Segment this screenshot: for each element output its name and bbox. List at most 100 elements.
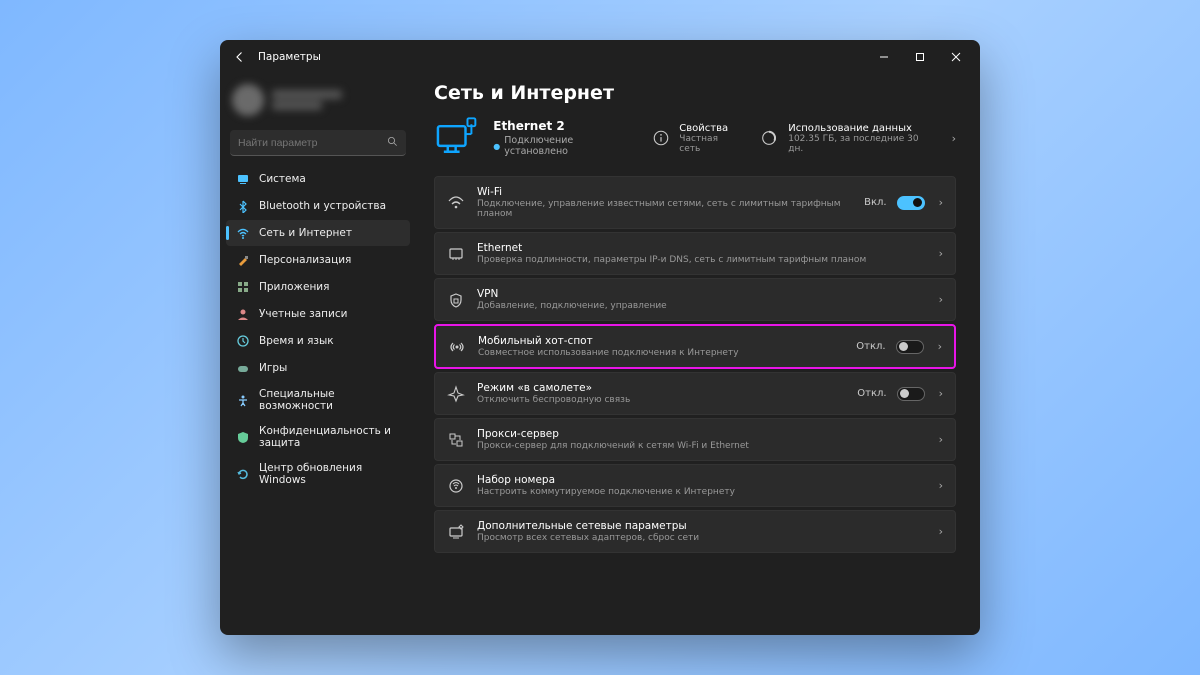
properties-sub: Частная сеть <box>679 134 740 154</box>
chevron-right-icon: › <box>939 525 943 538</box>
account-icon <box>236 307 250 321</box>
proxy-icon <box>447 431 465 449</box>
sidebar-item-label: Персонализация <box>259 254 351 266</box>
card-title: Прокси-сервер <box>477 428 923 440</box>
card-advanced[interactable]: Дополнительные сетевые параметрыПросмотр… <box>434 510 956 553</box>
card-subtitle: Отключить беспроводную связь <box>477 395 845 405</box>
sidebar-item-label: Сеть и Интернет <box>259 227 352 239</box>
bluetooth-icon <box>236 199 250 213</box>
card-title: Ethernet <box>477 242 923 254</box>
info-icon <box>650 127 672 149</box>
data-usage-icon <box>759 127 781 149</box>
close-icon <box>951 52 961 62</box>
toggle-switch[interactable] <box>897 387 925 401</box>
sidebar-item-label: Центр обновления Windows <box>259 462 400 486</box>
sidebar-item-games[interactable]: Игры <box>226 355 410 381</box>
toggle-label: Откл. <box>856 341 885 352</box>
connection-name: Ethernet 2 <box>493 119 637 133</box>
nav-list: Система Bluetooth и устройства Сеть и Инте… <box>226 166 410 492</box>
sidebar-item-access[interactable]: Специальные возможности <box>226 382 410 418</box>
maximize-button[interactable] <box>902 43 938 71</box>
card-dialup[interactable]: Набор номераНастроить коммутируемое подк… <box>434 464 956 507</box>
sidebar-item-label: Специальные возможности <box>259 388 400 412</box>
sidebar-item-brush[interactable]: Персонализация <box>226 247 410 273</box>
monitor-ethernet-icon <box>434 114 481 162</box>
properties-link[interactable]: Свойства Частная сеть <box>650 123 741 154</box>
card-subtitle: Совместное использование подключения к И… <box>478 348 844 358</box>
card-title: Дополнительные сетевые параметры <box>477 520 923 532</box>
arrow-left-icon <box>234 51 246 63</box>
sidebar-item-wifi[interactable]: Сеть и Интернет <box>226 220 410 246</box>
card-subtitle: Прокси-сервер для подключений к сетям Wi… <box>477 441 923 451</box>
close-button[interactable] <box>938 43 974 71</box>
sidebar: Система Bluetooth и устройства Сеть и Инте… <box>220 74 416 635</box>
search-icon <box>387 136 398 150</box>
card-title: VPN <box>477 288 923 300</box>
page-title: Сеть и Интернет <box>434 82 956 104</box>
games-icon <box>236 361 250 375</box>
card-vpn[interactable]: VPNДобавление, подключение, управление › <box>434 278 956 321</box>
update-icon <box>236 467 250 481</box>
window-controls <box>866 43 974 71</box>
wifi-icon <box>236 226 250 240</box>
sidebar-item-account[interactable]: Учетные записи <box>226 301 410 327</box>
card-title: Набор номера <box>477 474 923 486</box>
sidebar-item-label: Конфиденциальность и защита <box>259 425 400 449</box>
connection-status: Подключение установлено <box>504 135 638 157</box>
chevron-right-icon: › <box>939 479 943 492</box>
user-profile[interactable] <box>226 80 410 126</box>
card-ethernet[interactable]: EthernetПроверка подлинности, параметры … <box>434 232 956 275</box>
privacy-icon <box>236 430 250 444</box>
wifi-icon <box>447 194 465 212</box>
card-subtitle: Подключение, управление известными сетям… <box>477 199 852 219</box>
chevron-right-icon: › <box>939 196 943 209</box>
sidebar-item-bluetooth[interactable]: Bluetooth и устройства <box>226 193 410 219</box>
vpn-icon <box>447 291 465 309</box>
minimize-button[interactable] <box>866 43 902 71</box>
sidebar-item-label: Время и язык <box>259 335 334 347</box>
sidebar-item-privacy[interactable]: Конфиденциальность и защита <box>226 419 410 455</box>
back-button[interactable] <box>226 43 254 71</box>
sidebar-item-label: Система <box>259 173 306 185</box>
sidebar-item-label: Приложения <box>259 281 329 293</box>
card-title: Режим «в самолете» <box>477 382 845 394</box>
card-title: Wi-Fi <box>477 186 852 198</box>
chevron-right-icon: › <box>939 293 943 306</box>
card-subtitle: Проверка подлинности, параметры IP-и DNS… <box>477 255 923 265</box>
system-icon <box>236 172 250 186</box>
sidebar-item-label: Игры <box>259 362 287 374</box>
search-input[interactable] <box>238 137 387 149</box>
card-subtitle: Просмотр всех сетевых адаптеров, сброс с… <box>477 533 923 543</box>
hotspot-icon <box>448 338 466 356</box>
dialup-icon <box>447 477 465 495</box>
titlebar: Параметры <box>220 40 980 74</box>
settings-window: Параметры СистемаBluetooth и устройст <box>220 40 980 635</box>
advanced-icon <box>447 523 465 541</box>
access-icon <box>236 393 250 407</box>
chevron-right-icon: › <box>939 247 943 260</box>
main-content: Сеть и Интернет Ethernet 2 ●Подключение … <box>416 74 980 635</box>
toggle-switch[interactable] <box>896 340 924 354</box>
chevron-right-icon: › <box>952 132 956 145</box>
data-usage-link[interactable]: Использование данных 102.35 ГБ, за после… <box>759 123 934 154</box>
sidebar-item-system[interactable]: Система <box>226 166 410 192</box>
toggle-label: Откл. <box>857 388 886 399</box>
search-box[interactable] <box>230 130 406 156</box>
time-icon <box>236 334 250 348</box>
sidebar-item-time[interactable]: Время и язык <box>226 328 410 354</box>
minimize-icon <box>879 52 889 62</box>
toggle-switch[interactable] <box>897 196 925 210</box>
sidebar-item-update[interactable]: Центр обновления Windows <box>226 456 410 492</box>
card-proxy[interactable]: Прокси-серверПрокси-сервер для подключен… <box>434 418 956 461</box>
data-usage-sub: 102.35 ГБ, за последние 30 дн. <box>788 134 933 154</box>
card-airplane[interactable]: Режим «в самолете»Отключить беспроводную… <box>434 372 956 415</box>
data-usage-title: Использование данных <box>788 123 933 134</box>
card-title: Мобильный хот-спот <box>478 335 844 347</box>
sidebar-item-label: Bluetooth и устройства <box>259 200 386 212</box>
avatar <box>232 84 264 116</box>
sidebar-item-apps[interactable]: Приложения <box>226 274 410 300</box>
card-wifi[interactable]: Wi-FiПодключение, управление известными … <box>434 176 956 229</box>
card-hotspot[interactable]: Мобильный хот-спотСовместное использован… <box>434 324 956 369</box>
sidebar-item-label: Учетные записи <box>259 308 347 320</box>
settings-card-list: Wi-FiПодключение, управление известными … <box>434 176 956 553</box>
